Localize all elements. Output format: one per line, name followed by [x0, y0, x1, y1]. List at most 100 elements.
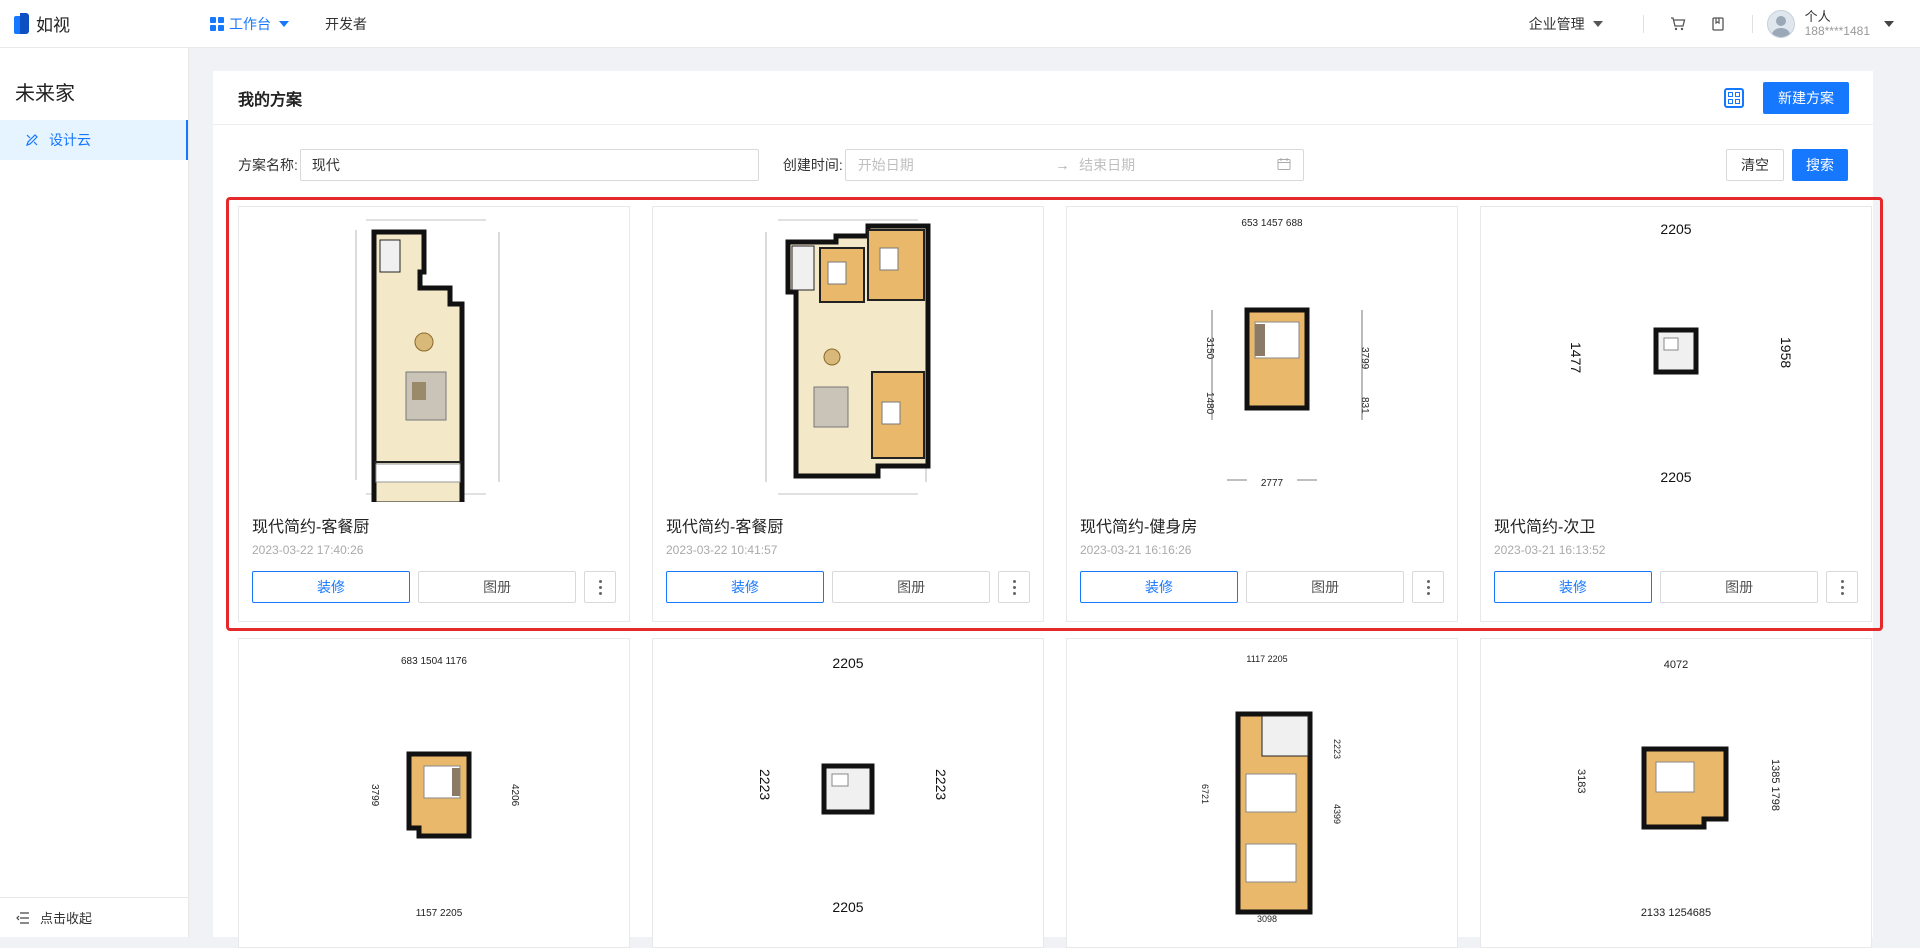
chevron-down-icon: [279, 20, 289, 27]
decorate-button[interactable]: 装修: [666, 571, 825, 603]
floor-plan-thumbnail[interactable]: [653, 207, 1043, 507]
dimension-label: 1117 2205: [1246, 654, 1287, 664]
collapse-label: 点击收起: [40, 911, 93, 926]
cart-icon[interactable]: [1668, 14, 1688, 34]
dimension-label: 3183: [1575, 769, 1587, 793]
dimension-label: 653 1457 688: [1241, 218, 1303, 229]
floor-plan-image: 2205 2223 2223 2205: [757, 655, 949, 915]
filter-bar: 方案名称: 现代 创建时间: 开始日期 → 结束日期 清空 搜索: [213, 125, 1873, 205]
plan-date: 2023-03-22 10:41:57: [666, 543, 778, 557]
plan-card[interactable]: 4072 3183 1385 1798 2133 1254685: [1480, 638, 1872, 948]
main-panel: 我的方案 新建方案 方案名称: 现代 创建时间: 开始日期 → 结束日期 清空 …: [213, 71, 1883, 948]
dimension-label: 831: [1359, 397, 1370, 414]
created-time-label: 创建时间:: [782, 157, 843, 173]
album-button[interactable]: 图册: [1660, 571, 1819, 603]
enterprise-label: 企业管理: [1528, 15, 1585, 32]
floor-plan-image: [355, 219, 500, 502]
floor-plan-image: 1117 2205 2223 4399 6721 3098: [1200, 654, 1342, 924]
dimension-label: 1480: [1204, 392, 1215, 415]
user-phone: 188****1481: [1804, 23, 1870, 38]
nav-developer-label: 开发者: [325, 15, 367, 32]
avatar: [1766, 9, 1795, 38]
plan-name: 现代简约-客餐厨: [666, 519, 784, 536]
dimension-label: 2205: [1660, 221, 1691, 237]
user-menu[interactable]: 个人 188****1481: [1766, 9, 1894, 39]
plan-card[interactable]: 1117 2205 2223 4399 6721 3098: [1066, 638, 1458, 948]
date-range-picker[interactable]: 开始日期 → 结束日期: [844, 149, 1304, 181]
sidebar-item-design-cloud[interactable]: 设计云: [0, 120, 188, 160]
plan-card[interactable]: 653 1457 688 3150 1480 3799 831 2777 现代简…: [1066, 206, 1458, 622]
page-title: 我的方案: [238, 91, 303, 109]
plan-name: 现代简约-健身房: [1080, 519, 1198, 536]
dimension-label: 3098: [1257, 914, 1277, 924]
plan-card[interactable]: 683 1504 1176 3799 4206 1157 2205: [238, 638, 630, 948]
dimension-label: 4072: [1664, 659, 1688, 671]
chevron-down-icon: [1884, 20, 1894, 27]
document-icon[interactable]: [1708, 14, 1728, 34]
plan-card[interactable]: 现代简约-客餐厨 2023-03-22 17:40:26 装修 图册: [238, 206, 630, 622]
dimension-label: 1477: [1568, 342, 1584, 373]
more-icon[interactable]: [1412, 571, 1445, 603]
dimension-label: 3150: [1204, 337, 1215, 360]
dimension-label: 2223: [757, 769, 773, 800]
decorate-button[interactable]: 装修: [1494, 571, 1653, 603]
floor-plan-thumbnail[interactable]: 2205 2223 2223 2205: [653, 639, 1043, 939]
top-bar: 如视 工作台 开发者 企业管理 个人 188****1481: [0, 0, 1920, 48]
plan-date: 2023-03-21 16:16:26: [1080, 543, 1192, 557]
album-button[interactable]: 图册: [1246, 571, 1405, 603]
plan-name-input[interactable]: 现代: [299, 149, 759, 181]
floor-plan-thumbnail[interactable]: 2205 1477 1958 2205: [1481, 207, 1871, 507]
collapse-sidebar-button[interactable]: 点击收起: [0, 897, 188, 937]
dimension-label: 3799: [369, 784, 380, 807]
dimension-label: 2205: [1660, 469, 1691, 485]
arrow-right-icon: →: [1055, 157, 1070, 173]
sidebar: 未来家 设计云 点击收起: [0, 48, 189, 937]
panel-header: 我的方案 新建方案: [213, 71, 1873, 125]
collapse-icon: [16, 911, 29, 924]
logo-text: 如视: [36, 16, 70, 35]
decorate-button[interactable]: 装修: [1080, 571, 1239, 603]
floor-plan-thumbnail[interactable]: 683 1504 1176 3799 4206 1157 2205: [239, 639, 629, 939]
chevron-down-icon: [1592, 20, 1603, 27]
plan-card[interactable]: 2205 2223 2223 2205: [652, 638, 1044, 948]
new-plan-button[interactable]: 新建方案: [1763, 81, 1849, 114]
nav-workbench-label: 工作台: [229, 15, 271, 32]
dimension-label: 2223: [933, 769, 949, 800]
calendar-icon: [1277, 157, 1291, 174]
plan-card[interactable]: 2205 1477 1958 2205 现代简约-次卫 2023-03-21 1…: [1480, 206, 1872, 622]
start-date-input[interactable]: 开始日期: [858, 155, 1056, 175]
nav-developer[interactable]: 开发者: [325, 0, 367, 48]
plan-card[interactable]: 现代简约-客餐厨 2023-03-22 10:41:57 装修 图册: [652, 206, 1044, 622]
floor-plan-image: 683 1504 1176 3799 4206 1157 2205: [369, 656, 520, 919]
end-date-input[interactable]: 结束日期: [1079, 155, 1277, 175]
decorate-button[interactable]: 装修: [252, 571, 411, 603]
floor-plan-image: 4072 3183 1385 1798 2133 1254685: [1575, 659, 1781, 919]
sidebar-item-label: 设计云: [49, 132, 91, 148]
dimension-label: 4206: [509, 784, 520, 807]
logo-icon: [14, 12, 30, 35]
enterprise-menu[interactable]: 企业管理: [1529, 14, 1603, 34]
grid-view-toggle[interactable]: [1724, 87, 1744, 108]
plan-name: 现代简约-客餐厨: [252, 519, 370, 536]
nav-workbench[interactable]: 工作台: [210, 0, 289, 48]
dimension-label: 3799: [1359, 347, 1370, 370]
floor-plan-image: [765, 219, 931, 495]
more-icon[interactable]: [1826, 571, 1859, 603]
logo[interactable]: 如视: [14, 11, 210, 36]
more-icon[interactable]: [584, 571, 617, 603]
sidebar-title: 未来家: [15, 83, 75, 105]
floor-plan-thumbnail[interactable]: 653 1457 688 3150 1480 3799 831 2777: [1067, 207, 1457, 507]
plan-date: 2023-03-21 16:13:52: [1494, 543, 1606, 557]
clear-button[interactable]: 清空: [1726, 149, 1784, 181]
dimension-label: 2223: [1332, 739, 1342, 759]
search-button[interactable]: 搜索: [1792, 149, 1848, 181]
album-button[interactable]: 图册: [418, 571, 577, 603]
floor-plan-thumbnail[interactable]: 1117 2205 2223 4399 6721 3098: [1067, 639, 1457, 939]
dimension-label: 6721: [1200, 784, 1210, 804]
floor-plan-image: 2205 1477 1958 2205: [1568, 221, 1794, 485]
divider: [1642, 14, 1644, 33]
more-icon[interactable]: [998, 571, 1031, 603]
floor-plan-thumbnail[interactable]: 4072 3183 1385 1798 2133 1254685: [1481, 639, 1871, 939]
floor-plan-thumbnail[interactable]: [239, 207, 629, 507]
album-button[interactable]: 图册: [832, 571, 991, 603]
